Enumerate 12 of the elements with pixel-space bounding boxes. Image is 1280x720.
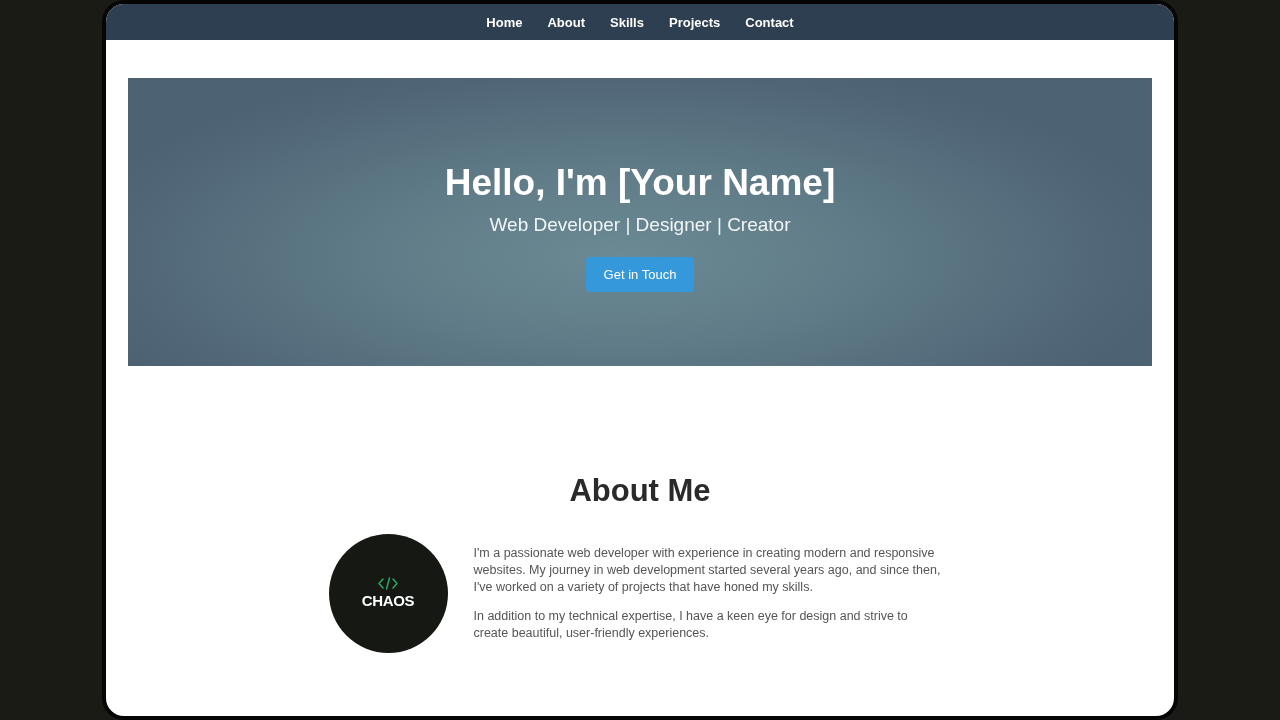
nav-link[interactable]: About [547, 14, 585, 30]
nav-link[interactable]: Skills [610, 14, 644, 30]
logo-text: CHAOS [361, 592, 415, 610]
code-icon [378, 577, 398, 590]
nav-link[interactable]: Projects [668, 14, 721, 30]
about-paragraph: In addition to my technical expertise, I have a keen eye for design and strive to create beautiful, user-friendly experiences. [473, 608, 909, 642]
hero-subtitle: Web Developer | Designer | Creator [489, 213, 791, 237]
hero-title: Hello, I'm [Your Name] [444, 161, 836, 205]
about-paragraph: I'm a passionate web developer with experience in creating modern and responsive websites. My journey in web development started several years ago, and since then, I've worked on a variety of projects that have honed my skills. [473, 545, 942, 596]
nav-link[interactable]: Home [486, 14, 523, 30]
section-heading: About Me [569, 472, 711, 510]
nav-link[interactable]: Contact [745, 14, 794, 30]
